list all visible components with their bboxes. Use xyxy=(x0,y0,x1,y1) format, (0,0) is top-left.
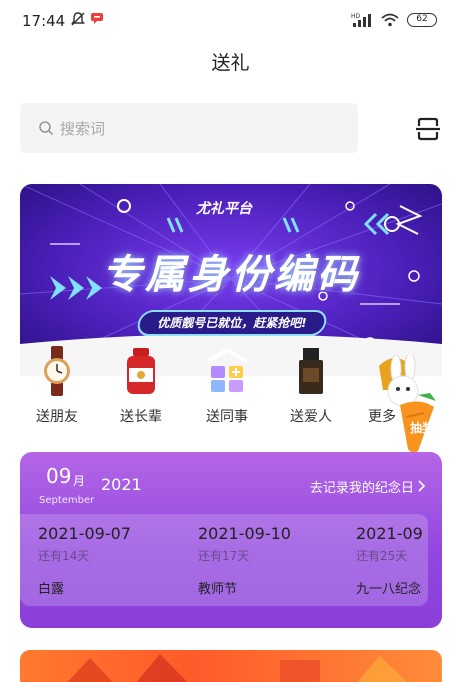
blocks-icon xyxy=(207,347,247,392)
category-label: 送同事 xyxy=(206,409,248,425)
search-input[interactable]: 搜索词 xyxy=(20,103,358,153)
day-name: 白露 xyxy=(38,582,65,597)
category-label: 送爱人 xyxy=(290,409,332,425)
banner-pill-text: 优质靓号已就位，赶紧抢吧! xyxy=(157,316,307,330)
day-remaining: 还有17天 xyxy=(198,549,250,563)
record-anniversary-label: 去记录我的纪念日 xyxy=(309,481,414,496)
record-anniversary-link[interactable]: 去记录我的纪念日 xyxy=(310,477,426,496)
category-friend[interactable]: 送朋友 xyxy=(14,340,100,440)
anniversary-day[interactable]: 2021-09-10 还有17天 教师节 xyxy=(198,524,358,597)
category-partner[interactable]: 送爱人 xyxy=(268,340,354,440)
mute-bell-icon xyxy=(71,12,85,26)
supplement-jar-icon xyxy=(127,348,155,394)
page-title: 送礼 xyxy=(211,52,250,74)
search-icon xyxy=(39,121,54,136)
anniversary-card[interactable]: 09 月 2021 September 去记录我的纪念日 2021-09-07 … xyxy=(20,452,442,628)
category-label: 送长辈 xyxy=(120,409,162,425)
anniversary-year: 2021 xyxy=(101,475,142,494)
status-right-group: HD 62 xyxy=(351,12,437,28)
banner-badge: 尤礼平台 xyxy=(196,201,252,217)
anniversary-month-en: September xyxy=(39,495,95,506)
watch-icon xyxy=(44,346,70,396)
lottery-label: 抽奖 xyxy=(410,421,435,435)
day-date: 2021-09 xyxy=(356,524,423,543)
day-date: 2021-09-10 xyxy=(198,524,291,543)
anniversary-month: 09 xyxy=(46,464,72,488)
day-name: 教师节 xyxy=(198,582,238,597)
wifi-icon xyxy=(381,13,399,27)
svg-text:HD: HD xyxy=(351,13,361,20)
day-remaining: 还有14天 xyxy=(38,549,90,563)
secondary-banner[interactable] xyxy=(20,650,442,682)
day-remaining: 还有25天 xyxy=(356,549,408,563)
perfume-icon xyxy=(299,348,323,394)
anniversary-day[interactable]: 2021-09 还有25天 九一八纪念 xyxy=(356,524,442,597)
category-colleague[interactable]: 送同事 xyxy=(184,340,270,440)
anniversary-month-suffix: 月 xyxy=(73,474,86,488)
day-name: 九一八纪念 xyxy=(356,582,422,597)
battery-indicator: 62 xyxy=(407,13,437,27)
signal-icon: HD xyxy=(351,13,371,27)
banner-headline: 专属身份编码 xyxy=(102,252,360,298)
day-date: 2021-09-07 xyxy=(38,524,131,543)
scan-icon[interactable] xyxy=(414,115,442,143)
chevron-right-icon xyxy=(418,480,426,492)
bunny-carrot-icon xyxy=(387,352,436,453)
secondary-banner-art xyxy=(67,654,407,682)
category-elders[interactable]: 送长辈 xyxy=(98,340,184,440)
lottery-button[interactable]: 抽奖 xyxy=(378,352,448,455)
status-time: 17:44 xyxy=(22,12,66,30)
message-notification-icon xyxy=(91,13,103,24)
search-placeholder: 搜索词 xyxy=(60,119,106,138)
anniversary-day[interactable]: 2021-09-07 还有14天 白露 xyxy=(38,524,198,597)
status-bar: 17:44 HD 62 xyxy=(0,0,461,40)
category-label: 送朋友 xyxy=(36,409,78,425)
